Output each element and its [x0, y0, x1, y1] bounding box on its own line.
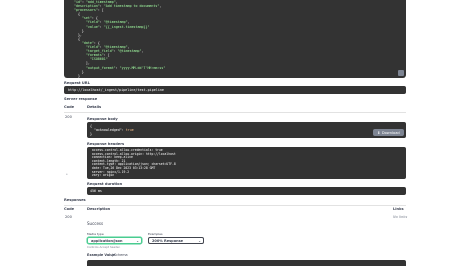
code-column-header: Code — [64, 105, 75, 109]
chevron-down-icon: ⌄ — [198, 239, 201, 243]
responses-heading: Responses — [64, 198, 86, 202]
response-headers-label: Response headers — [87, 142, 125, 146]
copy-icon[interactable] — [398, 70, 404, 76]
media-type-value: application/json — [91, 238, 123, 243]
request-duration-box: 456 ms — [87, 187, 406, 195]
download-label: Download — [381, 130, 400, 135]
tab-separator: | — [112, 253, 114, 257]
download-icon: ⬇ — [377, 130, 381, 135]
example-value-box — [87, 260, 406, 266]
response-body-label: Response body — [87, 117, 118, 121]
response-links: No links — [393, 215, 408, 219]
request-duration-label: Request duration — [87, 182, 123, 186]
media-type-select[interactable]: application/json ⌄ — [87, 237, 142, 244]
request-duration-value: 456 ms — [90, 189, 102, 193]
request-url-box: http://localhost/_ingest/pipeline/test-p… — [64, 86, 406, 94]
examples-label: Examples — [148, 232, 163, 236]
response-status-code: 200 — [65, 115, 72, 119]
details-column-header: Details — [87, 105, 102, 109]
request-url-label: Request URL — [64, 81, 90, 85]
request-body-code: "id": "add_timestamp", "description": "A… — [64, 0, 406, 78]
response-body-box: { "acknowledged": true } — [87, 122, 406, 138]
schema-tab[interactable]: Schema — [114, 253, 128, 257]
chevron-down-icon: ⌄ — [136, 239, 139, 243]
examples-select[interactable]: 200% Response ⌄ — [148, 237, 204, 244]
responses-status-code: 200 — [65, 215, 72, 219]
controls-accept-note: Controls Accept header. — [87, 245, 121, 249]
media-type-label: Media type — [87, 232, 104, 236]
divider — [64, 112, 406, 113]
response-headers-box: access-control-allow-credentials: true a… — [87, 147, 406, 179]
responses-description-header: Description — [87, 207, 111, 211]
request-body-json: "id": "add_timestamp", "description": "A… — [73, 0, 166, 78]
example-value-tab[interactable]: Example Value — [87, 253, 115, 257]
response-description: Success — [87, 221, 104, 226]
bullet-icon: • — [66, 172, 68, 176]
response-headers-text: access-control-allow-credentials: true a… — [91, 148, 176, 178]
response-body-json: { "acknowledged": true } — [90, 124, 134, 137]
request-url-value: http://localhost/_ingest/pipeline/test-p… — [68, 88, 164, 92]
responses-links-header: Links — [393, 207, 404, 211]
server-response-heading: Server response — [64, 97, 98, 101]
examples-value: 200% Response — [152, 238, 184, 243]
divider — [64, 205, 406, 206]
responses-code-header: Code — [64, 207, 75, 211]
download-button[interactable]: ⬇ Download — [373, 129, 404, 136]
